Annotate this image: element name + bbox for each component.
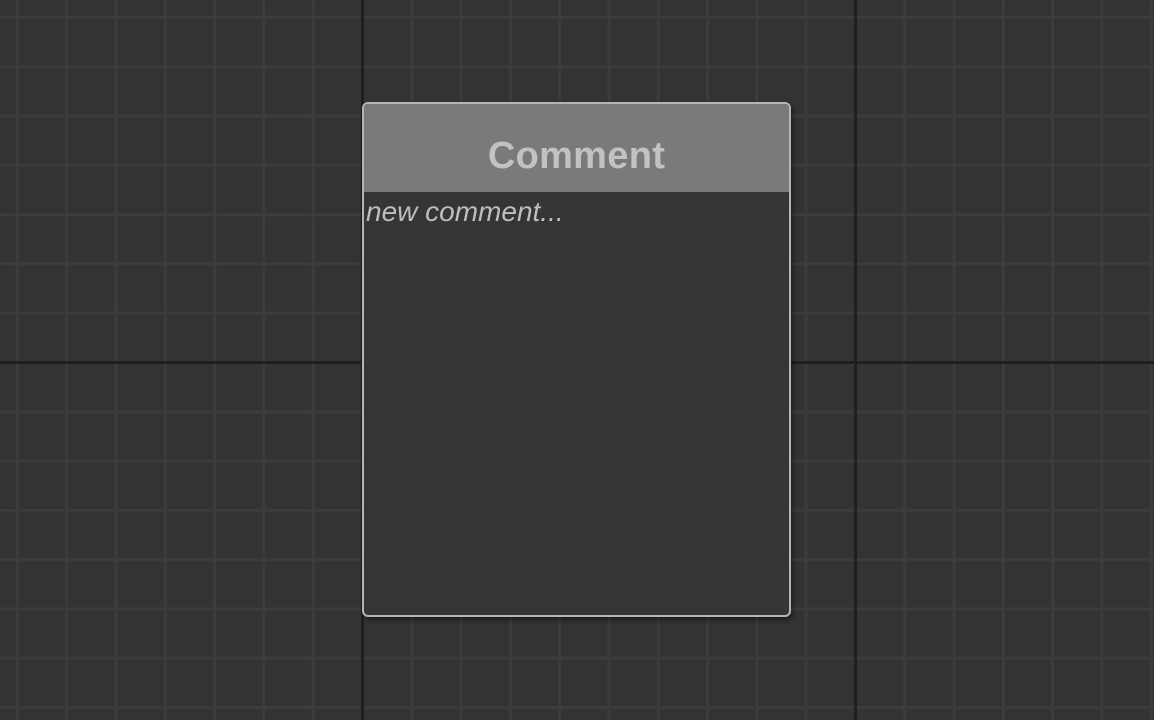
comment-header[interactable]: Comment bbox=[364, 104, 789, 192]
comment-node[interactable]: Comment new comment... bbox=[362, 102, 791, 617]
comment-title[interactable]: Comment bbox=[488, 119, 665, 178]
comment-body[interactable]: new comment... bbox=[364, 192, 789, 615]
comment-text[interactable]: new comment... bbox=[366, 196, 564, 228]
